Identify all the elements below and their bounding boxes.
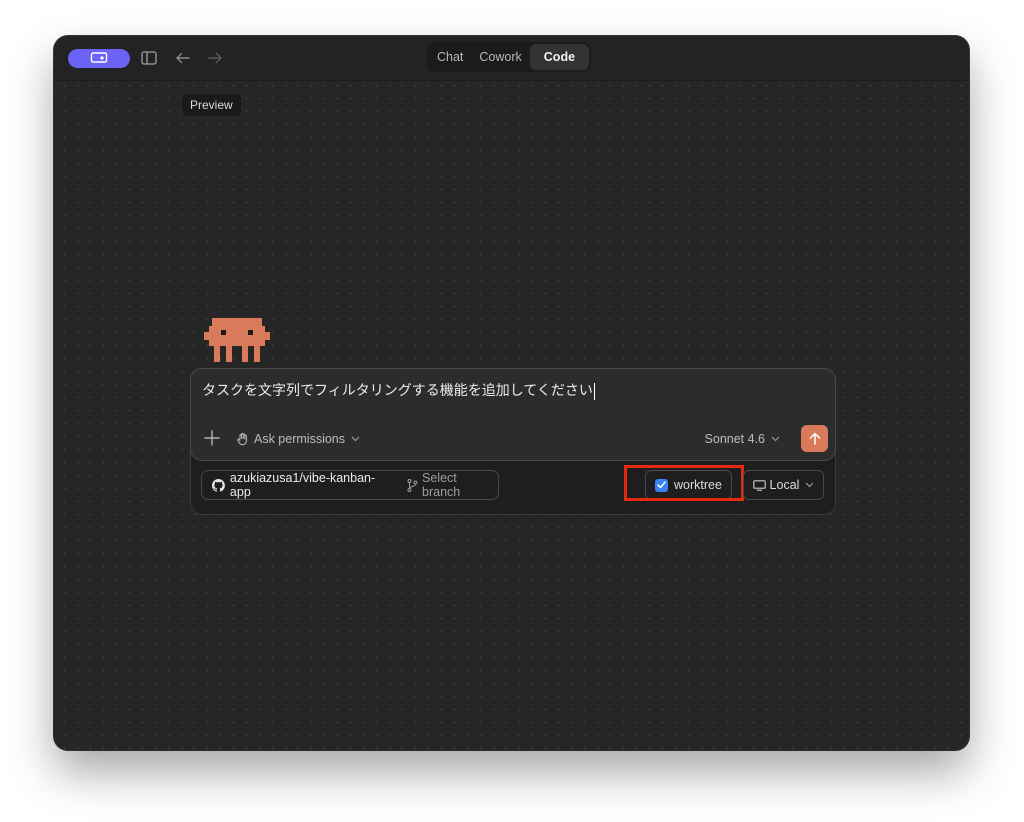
arrow-up-icon (809, 432, 820, 445)
chevron-down-icon (351, 436, 360, 442)
repository-selector[interactable]: azukiazusa1/vibe-kanban-app Select branc… (201, 470, 499, 500)
branch-selector[interactable]: Select branch (407, 471, 498, 499)
permissions-label: Ask permissions (254, 432, 345, 446)
add-attachment-icon[interactable] (203, 429, 221, 447)
mode-tabs: Chat Cowork Code (427, 42, 592, 72)
tab-chat[interactable]: Chat (429, 44, 471, 70)
title-bar: Chat Cowork Code (54, 36, 969, 81)
send-button[interactable] (801, 425, 828, 452)
repo-label: azukiazusa1/vibe-kanban-app (229, 471, 376, 499)
tab-code[interactable]: Code (529, 44, 590, 70)
chevron-down-icon (771, 436, 780, 442)
hand-icon (237, 432, 247, 446)
prompt-input-box[interactable]: タスクを文字列でフィルタリングする機能を追加してください Ask permiss… (190, 368, 836, 461)
composer: タスクを文字列でフィルタリングする機能を追加してください Ask permiss… (190, 368, 836, 515)
sidebar-toggle-icon[interactable] (138, 47, 160, 69)
workspace-mode-button[interactable] (68, 48, 130, 68)
preview-tooltip: Preview (182, 94, 241, 116)
back-arrow-icon[interactable] (172, 47, 194, 69)
mascot-icon (204, 318, 270, 362)
github-icon (212, 478, 225, 492)
prompt-input[interactable]: タスクを文字列でフィルタリングする機能を追加してください (202, 383, 593, 399)
permissions-dropdown[interactable]: Ask permissions (236, 430, 360, 448)
highlight-annotation-box (624, 465, 744, 501)
forward-arrow-icon[interactable] (204, 47, 226, 69)
model-label: Sonnet 4.6 (704, 432, 765, 446)
chevron-down-icon (806, 482, 814, 488)
text-caret (593, 382, 595, 400)
git-branch-icon (407, 478, 418, 492)
monitor-user-icon (90, 52, 108, 63)
branch-label: Select branch (422, 471, 461, 499)
environment-selector[interactable]: Local (743, 470, 824, 500)
app-window: Chat Cowork Code Preview タスクを文字列でフィルタリング… (54, 36, 969, 750)
tab-cowork[interactable]: Cowork (471, 44, 529, 70)
model-selector[interactable]: Sonnet 4.6 (705, 430, 780, 448)
titlebar-controls (68, 47, 226, 69)
environment-label: Local (769, 478, 800, 492)
monitor-icon (752, 479, 766, 491)
